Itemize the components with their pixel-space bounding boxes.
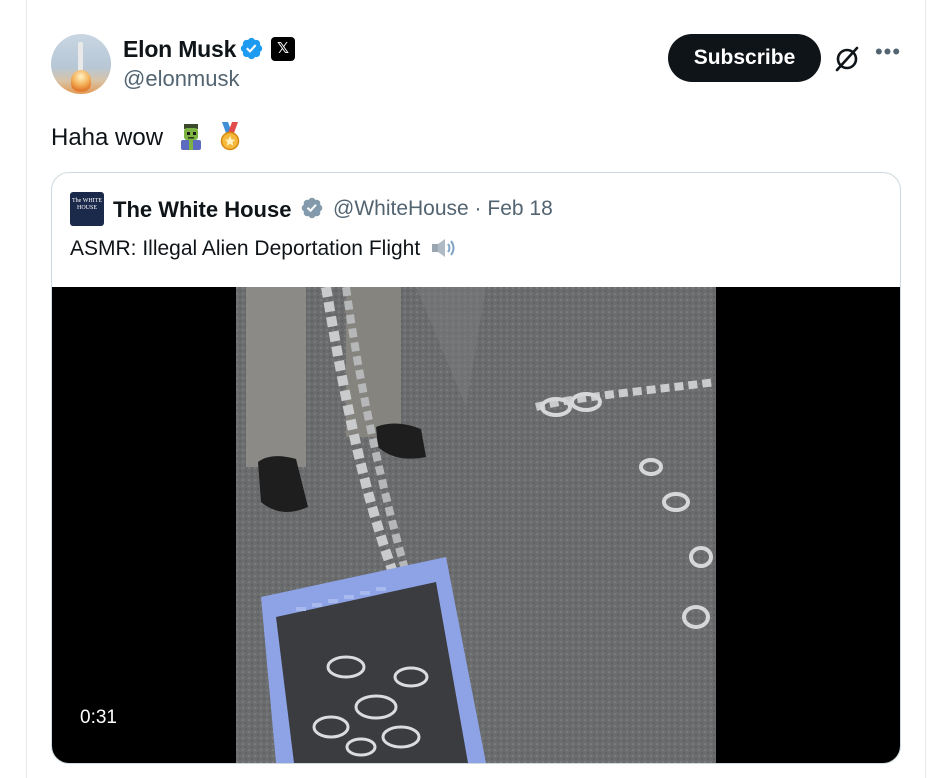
- quoted-tweet-body: ASMR: Illegal Alien Deportation Flight: [70, 237, 421, 260]
- gray-verified-badge-icon: [301, 197, 323, 219]
- verified-badge-icon: [240, 37, 263, 60]
- video-duration: 0:31: [80, 707, 117, 728]
- tweet-text: Haha wow: [51, 121, 244, 153]
- zombie-emoji: [180, 124, 201, 150]
- video-player[interactable]: 0:31: [52, 287, 900, 763]
- grok-icon[interactable]: [833, 45, 861, 73]
- video-frame: [236, 287, 716, 763]
- author-name[interactable]: Elon Musk: [123, 36, 236, 63]
- video-thumbnail: [236, 287, 716, 763]
- tweet-text-body: Haha wow: [51, 124, 164, 151]
- subscribe-button[interactable]: Subscribe: [668, 34, 821, 82]
- quoted-author-handle[interactable]: @WhiteHouse: [333, 197, 469, 220]
- quoted-author-name[interactable]: The White House: [113, 197, 291, 223]
- quoted-tweet-text: ASMR: Illegal Alien Deportation Flight: [70, 236, 460, 261]
- meta-separator: ·: [474, 197, 482, 220]
- speaker-emoji: [432, 239, 455, 257]
- x-logo-icon: 𝕏: [271, 37, 295, 61]
- timeline-border-left: [26, 0, 27, 778]
- more-icon[interactable]: •••: [872, 41, 904, 70]
- author-handle[interactable]: @elonmusk: [123, 66, 240, 92]
- quoted-tweet-card[interactable]: The WHITE HOUSE The White House @WhiteHo…: [51, 172, 901, 764]
- medal-emoji: [221, 122, 240, 151]
- quoted-author-avatar[interactable]: The WHITE HOUSE: [70, 192, 104, 226]
- quoted-date[interactable]: Feb 18: [487, 197, 552, 220]
- timeline-border-right: [925, 0, 926, 778]
- quoted-meta: @WhiteHouse · Feb 18: [333, 197, 553, 221]
- author-avatar[interactable]: [51, 34, 111, 94]
